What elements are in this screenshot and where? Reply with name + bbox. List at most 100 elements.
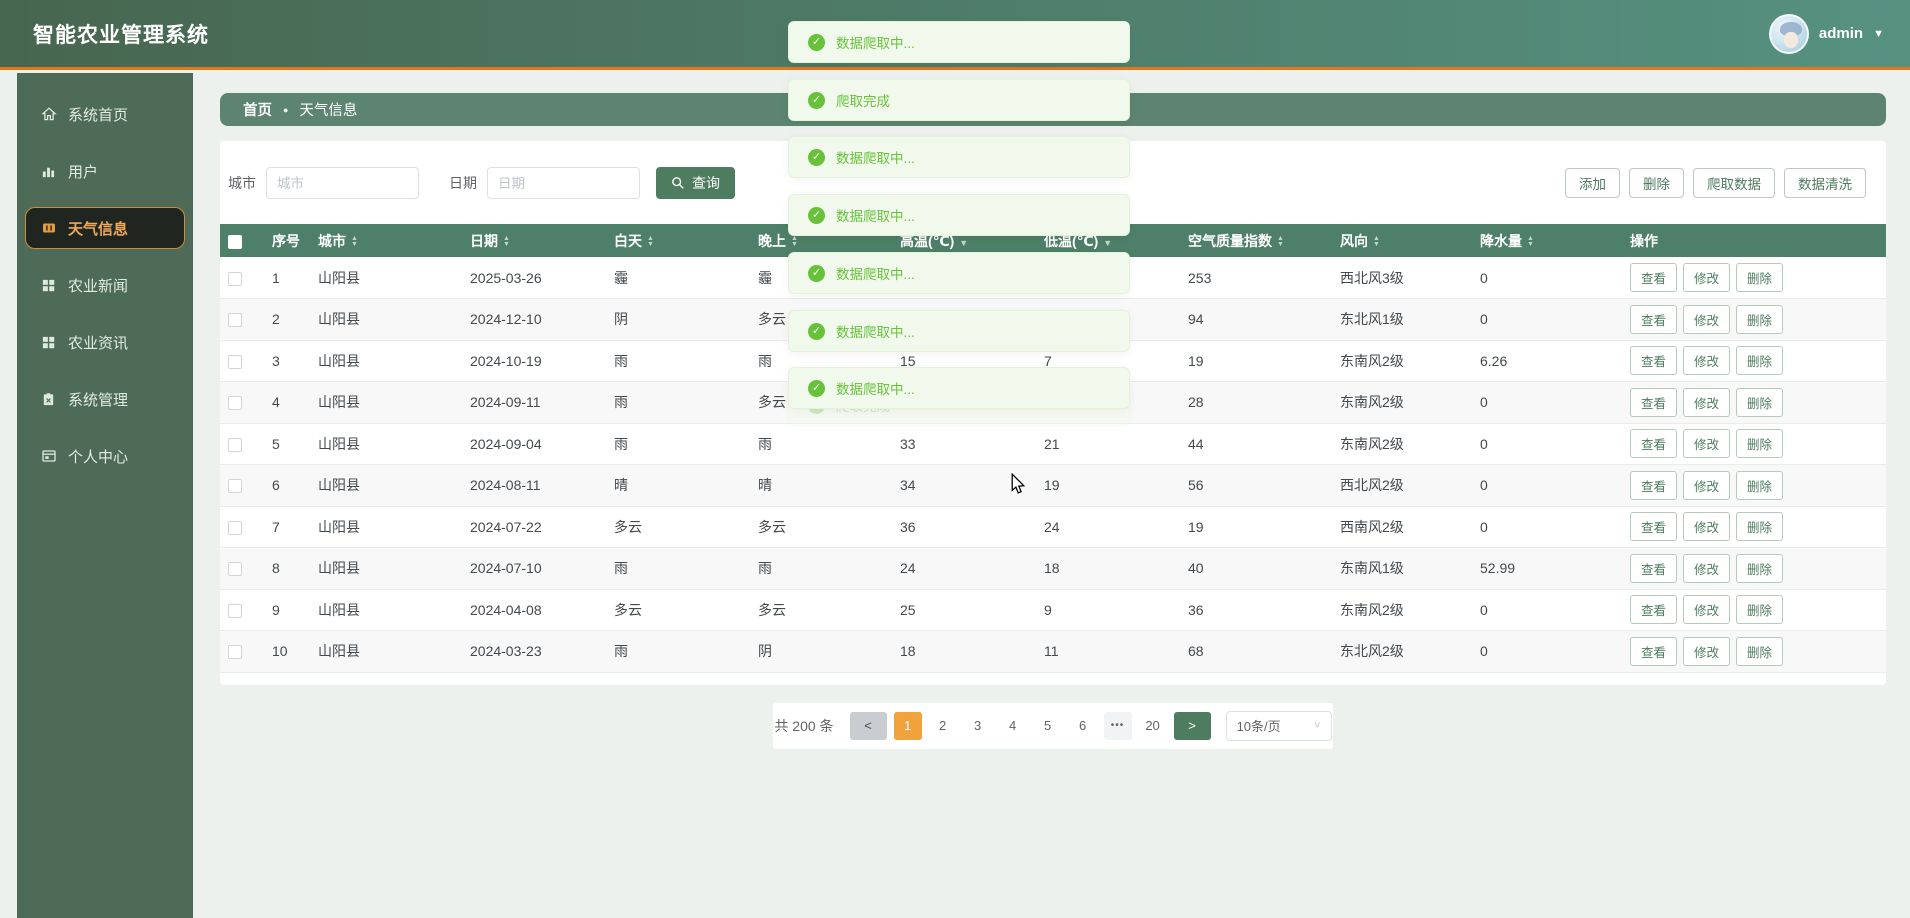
search-button[interactable]: 查询 xyxy=(656,167,735,199)
edit-button[interactable]: 修改 xyxy=(1683,305,1730,334)
page-button[interactable]: 5 xyxy=(1034,712,1062,740)
select-all-checkbox[interactable] xyxy=(228,235,242,249)
view-button[interactable]: 查看 xyxy=(1630,305,1677,334)
sidebar-item[interactable]: 农业资讯 xyxy=(25,321,185,363)
edit-button[interactable]: 修改 xyxy=(1683,346,1730,375)
row-checkbox[interactable] xyxy=(228,396,242,410)
sidebar-item[interactable]: 系统首页 xyxy=(25,93,185,135)
row-checkbox[interactable] xyxy=(228,645,242,659)
delete-button[interactable]: 删除 xyxy=(1736,263,1783,292)
sidebar-item[interactable]: 用户 xyxy=(25,150,185,192)
edit-button[interactable]: 修改 xyxy=(1683,388,1730,417)
add-button[interactable]: 添加 xyxy=(1565,168,1620,198)
page-button[interactable]: 2 xyxy=(929,712,957,740)
clipboard-icon xyxy=(40,391,57,408)
column-header[interactable]: 白天▲▼ xyxy=(606,224,750,257)
date-filter-label: 日期 xyxy=(449,173,477,193)
row-checkbox[interactable] xyxy=(228,562,242,576)
edit-button[interactable]: 修改 xyxy=(1683,595,1730,624)
table-cell: 雨 xyxy=(750,423,892,465)
home-icon xyxy=(40,106,57,123)
column-header[interactable]: 城市▲▼ xyxy=(310,224,462,257)
view-button[interactable]: 查看 xyxy=(1630,429,1677,458)
table-cell: 2024-09-04 xyxy=(462,423,606,465)
search-icon xyxy=(671,176,685,190)
view-button[interactable]: 查看 xyxy=(1630,637,1677,666)
view-button[interactable]: 查看 xyxy=(1630,512,1677,541)
prev-page-button[interactable]: < xyxy=(850,712,887,740)
table-cell: 40 xyxy=(1180,548,1332,590)
column-header[interactable]: 降水量▲▼ xyxy=(1472,224,1622,257)
table-cell: 2024-07-22 xyxy=(462,506,606,548)
delete-button[interactable]: 删除 xyxy=(1629,168,1684,198)
table-cell: 0 xyxy=(1472,506,1622,548)
city-filter-input[interactable] xyxy=(266,167,419,199)
next-page-button[interactable]: > xyxy=(1174,712,1211,740)
page-button[interactable]: 20 xyxy=(1139,712,1167,740)
edit-button[interactable]: 修改 xyxy=(1683,471,1730,500)
table-cell: 0 xyxy=(1472,423,1622,465)
delete-button[interactable]: 删除 xyxy=(1736,346,1783,375)
sidebar-item[interactable]: 天气信息 xyxy=(25,207,185,249)
table-cell: 34 xyxy=(892,465,1036,507)
sidebar-item[interactable]: 个人中心 xyxy=(25,435,185,477)
table-cell: 晴 xyxy=(606,465,750,507)
data-clean-button[interactable]: 数据清洗 xyxy=(1784,168,1866,198)
view-button[interactable]: 查看 xyxy=(1630,388,1677,417)
table-cell: 东南风2级 xyxy=(1332,423,1472,465)
delete-button[interactable]: 删除 xyxy=(1736,388,1783,417)
view-button[interactable]: 查看 xyxy=(1630,554,1677,583)
table-cell: 多云 xyxy=(606,506,750,548)
sidebar-item[interactable]: 系统管理 xyxy=(25,378,185,420)
row-checkbox[interactable] xyxy=(228,604,242,618)
table-cell: 2025-03-26 xyxy=(462,257,606,299)
chevron-down-icon: ˅ xyxy=(1314,720,1320,732)
edit-button[interactable]: 修改 xyxy=(1683,263,1730,292)
delete-button[interactable]: 删除 xyxy=(1736,471,1783,500)
column-header[interactable]: 风向▲▼ xyxy=(1332,224,1472,257)
crawl-data-button[interactable]: 爬取数据 xyxy=(1693,168,1775,198)
row-checkbox[interactable] xyxy=(228,479,242,493)
view-button[interactable]: 查看 xyxy=(1630,263,1677,292)
table-cell: 多云 xyxy=(606,589,750,631)
delete-button[interactable]: 删除 xyxy=(1736,305,1783,334)
delete-button[interactable]: 删除 xyxy=(1736,429,1783,458)
row-checkbox[interactable] xyxy=(228,521,242,535)
row-checkbox[interactable] xyxy=(228,355,242,369)
table-cell: 2024-08-11 xyxy=(462,465,606,507)
more-pages-button[interactable]: ••• xyxy=(1104,712,1132,740)
page-button[interactable]: 1 xyxy=(894,712,922,740)
breadcrumb-home[interactable]: 首页 xyxy=(243,99,272,120)
view-button[interactable]: 查看 xyxy=(1630,346,1677,375)
delete-button[interactable]: 删除 xyxy=(1736,595,1783,624)
page-button[interactable]: 3 xyxy=(964,712,992,740)
pagination: 共 200 条 < 123456•••20 > 10条/页 ˅ xyxy=(773,703,1333,749)
column-header[interactable]: 日期▲▼ xyxy=(462,224,606,257)
toolbar: 添加删除爬取数据数据清洗 xyxy=(1565,168,1866,198)
table-cell: 东北风1级 xyxy=(1332,299,1472,341)
user-menu[interactable]: admin ▼ xyxy=(1769,14,1884,54)
check-circle-icon: ✓ xyxy=(808,323,825,340)
table-cell: 0 xyxy=(1472,465,1622,507)
breadcrumb-current: 天气信息 xyxy=(299,99,357,120)
column-header[interactable]: 空气质量指数▲▼ xyxy=(1180,224,1332,257)
page-button[interactable]: 4 xyxy=(999,712,1027,740)
date-filter-input[interactable] xyxy=(487,167,640,199)
weather-icon xyxy=(40,220,57,237)
table-cell: 5 xyxy=(264,423,310,465)
edit-button[interactable]: 修改 xyxy=(1683,554,1730,583)
page-size-select[interactable]: 10条/页 ˅ xyxy=(1226,711,1332,741)
delete-button[interactable]: 删除 xyxy=(1736,512,1783,541)
view-button[interactable]: 查看 xyxy=(1630,595,1677,624)
sidebar-item[interactable]: 农业新闻 xyxy=(25,264,185,306)
delete-button[interactable]: 删除 xyxy=(1736,637,1783,666)
edit-button[interactable]: 修改 xyxy=(1683,429,1730,458)
edit-button[interactable]: 修改 xyxy=(1683,637,1730,666)
row-checkbox[interactable] xyxy=(228,272,242,286)
view-button[interactable]: 查看 xyxy=(1630,471,1677,500)
row-checkbox[interactable] xyxy=(228,313,242,327)
page-button[interactable]: 6 xyxy=(1069,712,1097,740)
row-checkbox[interactable] xyxy=(228,438,242,452)
edit-button[interactable]: 修改 xyxy=(1683,512,1730,541)
delete-button[interactable]: 删除 xyxy=(1736,554,1783,583)
